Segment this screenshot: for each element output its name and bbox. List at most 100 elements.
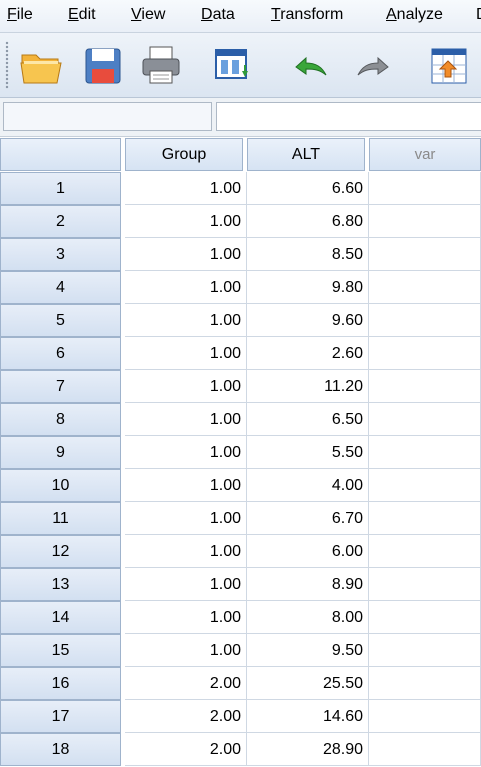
cell-group[interactable]: 1.00 bbox=[125, 502, 247, 535]
menu-data[interactable]: Data bbox=[201, 6, 235, 24]
grid-corner[interactable] bbox=[0, 138, 121, 171]
cell-alt[interactable]: 4.00 bbox=[247, 469, 369, 502]
cell-var[interactable] bbox=[369, 667, 481, 700]
cell-alt[interactable]: 8.90 bbox=[247, 568, 369, 601]
menu-edit[interactable]: Edit bbox=[68, 6, 96, 24]
row-number[interactable]: 11 bbox=[0, 502, 121, 535]
go-to-case-button[interactable] bbox=[426, 43, 472, 87]
cell-group[interactable]: 1.00 bbox=[125, 568, 247, 601]
recall-dialog-button[interactable] bbox=[210, 43, 256, 87]
cell-var[interactable] bbox=[369, 634, 481, 667]
toolbar-grip-icon[interactable] bbox=[5, 41, 9, 89]
cell-group[interactable]: 1.00 bbox=[125, 469, 247, 502]
cell-var[interactable] bbox=[369, 403, 481, 436]
menu-bar: File Edit View Data Transform Analyze D bbox=[0, 0, 481, 33]
row-number[interactable]: 14 bbox=[0, 601, 121, 634]
cell-alt[interactable]: 8.00 bbox=[247, 601, 369, 634]
redo-icon bbox=[357, 56, 389, 76]
cell-alt[interactable]: 9.80 bbox=[247, 271, 369, 304]
undo-button[interactable] bbox=[288, 43, 334, 87]
cell-var[interactable] bbox=[369, 601, 481, 634]
cell-var[interactable] bbox=[369, 370, 481, 403]
row-number[interactable]: 7 bbox=[0, 370, 121, 403]
column-header-var[interactable]: var bbox=[369, 138, 481, 171]
cell-var[interactable] bbox=[369, 337, 481, 370]
cell-group[interactable]: 1.00 bbox=[125, 271, 247, 304]
row-number[interactable]: 3 bbox=[0, 238, 121, 271]
row-number[interactable]: 2 bbox=[0, 205, 121, 238]
cell-alt[interactable]: 6.70 bbox=[247, 502, 369, 535]
cell-alt[interactable]: 9.50 bbox=[247, 634, 369, 667]
column-header-alt[interactable]: ALT bbox=[247, 138, 365, 171]
row-number[interactable]: 15 bbox=[0, 634, 121, 667]
menu-transform[interactable]: Transform bbox=[271, 6, 343, 24]
menu-analyze[interactable]: Analyze bbox=[386, 6, 443, 24]
cell-group[interactable]: 1.00 bbox=[125, 535, 247, 568]
cell-group[interactable]: 1.00 bbox=[125, 601, 247, 634]
save-button[interactable] bbox=[80, 43, 126, 87]
row-number[interactable]: 6 bbox=[0, 337, 121, 370]
row-number[interactable]: 16 bbox=[0, 667, 121, 700]
cell-name-box[interactable] bbox=[3, 102, 212, 131]
cell-var[interactable] bbox=[369, 304, 481, 337]
table-row: 4 1.00 9.80 bbox=[0, 271, 481, 304]
cell-alt[interactable]: 11.20 bbox=[247, 370, 369, 403]
cell-alt[interactable]: 6.80 bbox=[247, 205, 369, 238]
row-number[interactable]: 4 bbox=[0, 271, 121, 304]
cell-group[interactable]: 1.00 bbox=[125, 436, 247, 469]
cell-var[interactable] bbox=[369, 238, 481, 271]
cell-group[interactable]: 1.00 bbox=[125, 172, 247, 205]
cell-var[interactable] bbox=[369, 700, 481, 733]
menu-view[interactable]: View bbox=[131, 6, 165, 24]
print-button[interactable] bbox=[138, 43, 184, 87]
cell-var[interactable] bbox=[369, 568, 481, 601]
cell-group[interactable]: 2.00 bbox=[125, 700, 247, 733]
table-row: 7 1.00 11.20 bbox=[0, 370, 481, 403]
table-row: 16 2.00 25.50 bbox=[0, 667, 481, 700]
cell-var[interactable] bbox=[369, 271, 481, 304]
cell-alt[interactable]: 25.50 bbox=[247, 667, 369, 700]
cell-var[interactable] bbox=[369, 502, 481, 535]
table-row: 14 1.00 8.00 bbox=[0, 601, 481, 634]
column-header-group[interactable]: Group bbox=[125, 138, 243, 171]
cell-group[interactable]: 1.00 bbox=[125, 238, 247, 271]
cell-group[interactable]: 1.00 bbox=[125, 634, 247, 667]
cell-group[interactable]: 1.00 bbox=[125, 304, 247, 337]
cell-alt[interactable]: 8.50 bbox=[247, 238, 369, 271]
cell-alt[interactable]: 6.50 bbox=[247, 403, 369, 436]
cell-group[interactable]: 1.00 bbox=[125, 370, 247, 403]
cell-alt[interactable]: 6.00 bbox=[247, 535, 369, 568]
row-number[interactable]: 10 bbox=[0, 469, 121, 502]
cell-var[interactable] bbox=[369, 172, 481, 205]
cell-group[interactable]: 1.00 bbox=[125, 205, 247, 238]
undo-icon bbox=[295, 56, 327, 76]
open-folder-button[interactable] bbox=[18, 43, 64, 87]
cell-alt[interactable]: 28.90 bbox=[247, 733, 369, 766]
cell-alt[interactable]: 6.60 bbox=[247, 172, 369, 205]
row-number[interactable]: 18 bbox=[0, 733, 121, 766]
row-number[interactable]: 13 bbox=[0, 568, 121, 601]
cell-group[interactable]: 2.00 bbox=[125, 733, 247, 766]
row-number[interactable]: 9 bbox=[0, 436, 121, 469]
cell-alt[interactable]: 2.60 bbox=[247, 337, 369, 370]
cell-alt[interactable]: 5.50 bbox=[247, 436, 369, 469]
row-number[interactable]: 12 bbox=[0, 535, 121, 568]
cell-alt[interactable]: 14.60 bbox=[247, 700, 369, 733]
cell-group[interactable]: 1.00 bbox=[125, 337, 247, 370]
cell-value-input[interactable] bbox=[216, 102, 481, 131]
row-number[interactable]: 17 bbox=[0, 700, 121, 733]
cell-var[interactable] bbox=[369, 436, 481, 469]
menu-truncated[interactable]: D bbox=[476, 6, 481, 24]
cell-group[interactable]: 1.00 bbox=[125, 403, 247, 436]
cell-var[interactable] bbox=[369, 733, 481, 766]
row-number[interactable]: 5 bbox=[0, 304, 121, 337]
cell-var[interactable] bbox=[369, 205, 481, 238]
menu-file[interactable]: File bbox=[7, 6, 33, 24]
cell-var[interactable] bbox=[369, 469, 481, 502]
cell-var[interactable] bbox=[369, 535, 481, 568]
row-number[interactable]: 8 bbox=[0, 403, 121, 436]
cell-alt[interactable]: 9.60 bbox=[247, 304, 369, 337]
row-number[interactable]: 1 bbox=[0, 172, 121, 205]
redo-button[interactable] bbox=[350, 43, 396, 87]
cell-group[interactable]: 2.00 bbox=[125, 667, 247, 700]
